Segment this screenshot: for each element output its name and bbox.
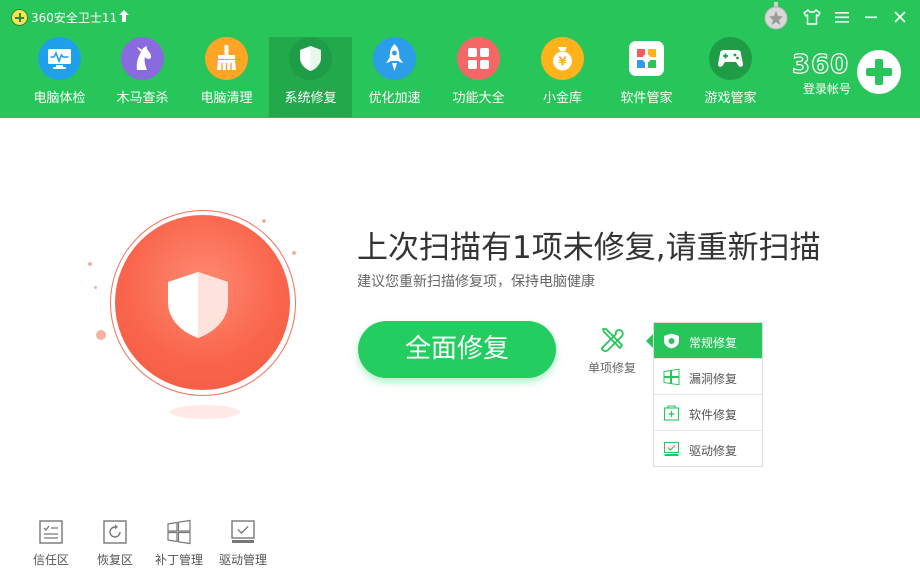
windows-patch-icon — [167, 519, 191, 545]
menu-item-driver-repair[interactable]: 驱动修复 — [654, 431, 762, 467]
tool-patch-management[interactable]: 补丁管理 — [151, 515, 207, 570]
bottom-toolbar: 信任区 恢复区 补丁管理 驱动管理 — [0, 515, 300, 575]
gamepad-icon — [709, 37, 752, 80]
grid-icon — [457, 37, 500, 80]
nav-item-game-manager[interactable]: 游戏管家 — [689, 37, 772, 117]
menu-icon[interactable] — [833, 8, 851, 26]
money-bag-icon: ¥ — [541, 37, 584, 80]
close-icon[interactable] — [891, 8, 909, 26]
medal-icon[interactable] — [764, 2, 788, 30]
nav-label: 系统修复 — [284, 91, 337, 106]
decor-dot — [96, 330, 106, 340]
nav-label: 电脑体检 — [33, 91, 86, 106]
windows-icon — [663, 369, 680, 385]
restore-icon — [103, 520, 127, 544]
nav-label: 游戏管家 — [704, 91, 757, 106]
app-logo-icon — [11, 9, 28, 26]
tool-label: 信任区 — [32, 553, 69, 567]
svg-text:¥: ¥ — [558, 55, 567, 69]
decor-dot — [262, 219, 266, 223]
menu-item-label: 常规修复 — [689, 336, 738, 350]
status-subline: 建议您重新扫描修复项，保持电脑健康 — [357, 274, 595, 290]
driver-icon — [663, 441, 680, 456]
brand-logo-360: 360 — [791, 49, 850, 80]
menu-item-label: 漏洞修复 — [689, 372, 738, 386]
skin-shirt-icon[interactable] — [803, 8, 821, 26]
package-icon — [663, 405, 680, 421]
status-headline: 上次扫描有1项未修复,请重新扫描 — [357, 230, 821, 266]
tool-label: 恢复区 — [96, 553, 133, 567]
decor-dot — [94, 286, 97, 289]
nav-item-pc-cleanup[interactable]: 电脑清理 — [185, 37, 268, 117]
shield-icon — [168, 272, 228, 338]
menu-item-software-repair[interactable]: 软件修复 — [654, 395, 762, 431]
tool-label: 补丁管理 — [154, 553, 203, 567]
full-repair-button[interactable]: 全面修复 — [358, 321, 556, 378]
tool-label: 驱动管理 — [218, 553, 267, 567]
nav-label: 优化加速 — [368, 91, 421, 106]
shield-icon — [664, 333, 679, 349]
header: 360安全卫士11 电脑体检 木马查杀 电脑清理 系统修复 优化加速 功能大全 … — [0, 0, 920, 118]
title-bar: 360安全卫士11 — [0, 0, 920, 34]
minimize-icon[interactable] — [862, 8, 880, 26]
nav-item-pc-checkup[interactable]: 电脑体检 — [18, 37, 101, 117]
nav-item-optimize[interactable]: 优化加速 — [353, 37, 436, 117]
tool-driver-management[interactable]: 驱动管理 — [215, 515, 271, 570]
nav-label: 软件管家 — [620, 91, 673, 106]
horse-icon — [121, 37, 164, 80]
nav-label: 木马查杀 — [116, 91, 169, 106]
repair-type-menu: 常规修复 漏洞修复 软件修复 驱动修复 — [653, 322, 763, 467]
wrench-screwdriver-icon[interactable] — [598, 326, 626, 354]
rocket-icon — [373, 37, 416, 80]
login-plus-button[interactable] — [857, 50, 901, 94]
upgrade-arrow-icon[interactable] — [119, 10, 129, 22]
main-nav: 电脑体检 木马查杀 电脑清理 系统修复 优化加速 功能大全 ¥ 小金库 软件管家… — [0, 34, 780, 118]
nav-item-trojan-scan[interactable]: 木马查杀 — [101, 37, 184, 117]
nav-item-system-repair[interactable]: 系统修复 — [269, 37, 352, 117]
shield-icon — [289, 37, 332, 80]
app-title: 360安全卫士11 — [31, 11, 118, 25]
nav-item-features[interactable]: 功能大全 — [437, 37, 520, 117]
nav-item-vault[interactable]: ¥ 小金库 — [521, 37, 604, 117]
menu-item-label: 软件修复 — [689, 408, 738, 422]
nav-label: 电脑清理 — [200, 91, 253, 106]
apps-icon — [625, 37, 668, 80]
login-label[interactable]: 登录帐号 — [803, 80, 851, 97]
single-repair-label[interactable]: 单项修复 — [588, 359, 636, 376]
nav-label: 小金库 — [542, 91, 582, 106]
trust-list-icon — [39, 520, 63, 544]
decor-dot — [292, 251, 296, 255]
monitor-icon — [38, 37, 81, 80]
status-shield-graphic — [80, 200, 320, 430]
decor-dot — [88, 262, 92, 266]
tool-restore-zone[interactable]: 恢复区 — [87, 515, 143, 570]
nav-label: 功能大全 — [452, 91, 505, 106]
menu-item-standard-repair[interactable]: 常规修复 — [654, 323, 762, 359]
menu-item-label: 驱动修复 — [689, 444, 738, 458]
tool-trust-zone[interactable]: 信任区 — [23, 515, 79, 570]
menu-item-vulnerability-repair[interactable]: 漏洞修复 — [654, 359, 762, 395]
nav-item-software-manager[interactable]: 软件管家 — [605, 37, 688, 117]
broom-icon — [205, 37, 248, 80]
driver-check-icon — [231, 520, 255, 543]
shield-reflection — [170, 405, 240, 419]
